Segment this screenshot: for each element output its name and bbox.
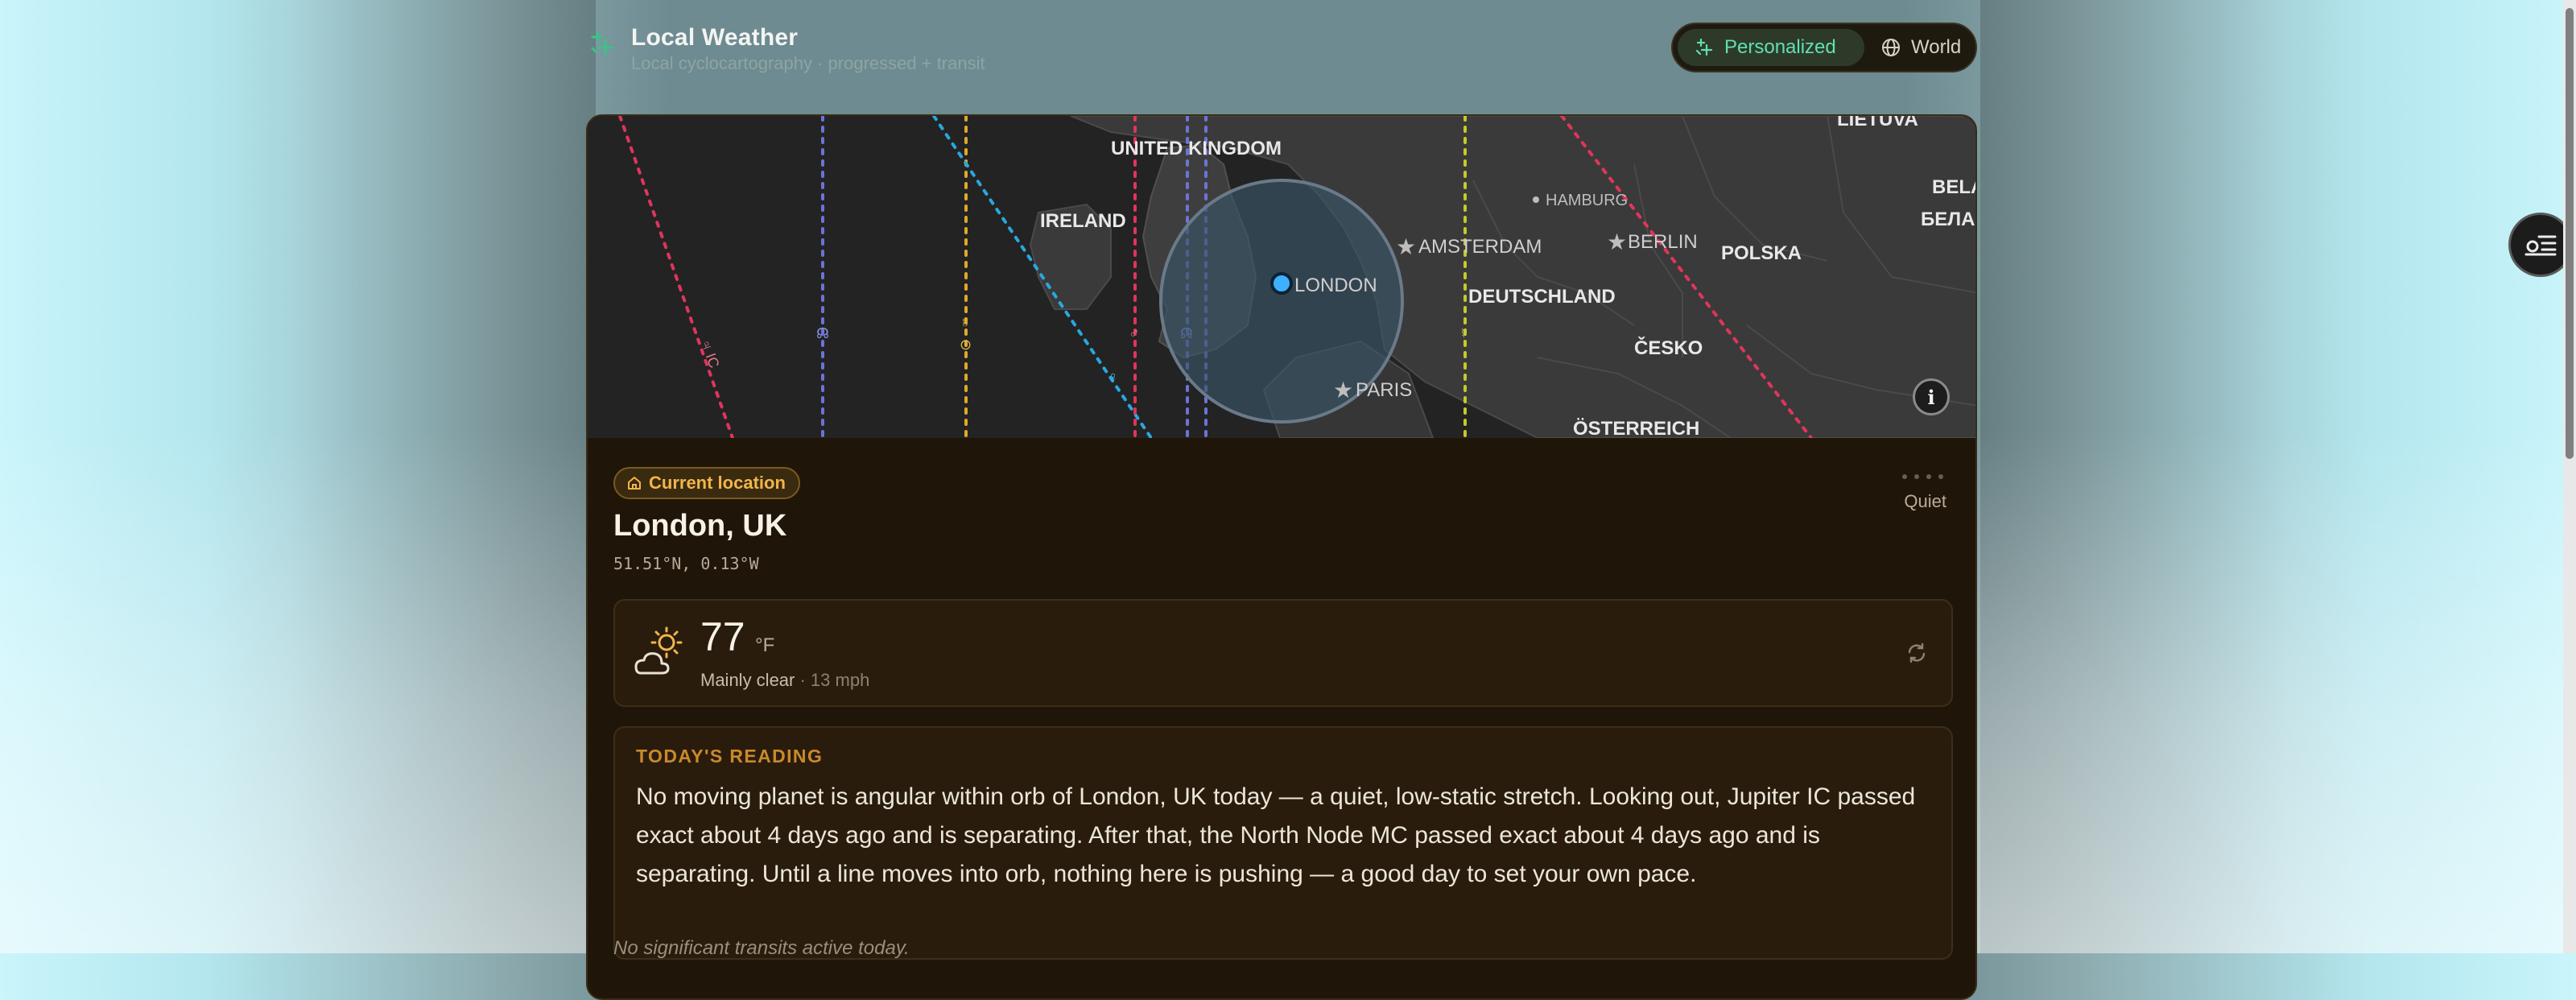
map-view[interactable]: ♃ IC ☊ ♄ ⊙ ♂ ☊ ☿ ♀ UNITED KINGDOM IRELAN… (588, 116, 1977, 440)
svg-text:⊙: ⊙ (960, 337, 972, 353)
svg-text:★: ★ (1396, 234, 1416, 259)
toggle-settings-icon (2524, 235, 2557, 256)
map-info-button[interactable]: i (1913, 378, 1950, 415)
map-label-london: LONDON (1294, 275, 1377, 296)
reading-title: TODAY'S READING (636, 746, 824, 767)
temperature-unit: °F (755, 634, 775, 656)
no-transits-note: No significant transits active today. (613, 937, 910, 959)
map-label-amsterdam: AMSTERDAM (1418, 236, 1542, 258)
activity-status: Quiet (1904, 491, 1946, 511)
svg-text:♂: ♂ (1129, 325, 1140, 341)
temperature-value: 77 (700, 614, 745, 659)
partly-sunny-icon (634, 626, 683, 675)
city-name: London, UK (613, 509, 787, 543)
map-label-ireland: IRELAND (1040, 210, 1126, 232)
app-header: Local Weather Local cyclocartography · p… (586, 19, 1977, 76)
refresh-icon[interactable] (1905, 641, 1929, 665)
svg-text:★: ★ (1607, 229, 1627, 254)
sparkles-icon (1695, 38, 1713, 56)
weather-condition: Mainly clear · 13 mph (700, 670, 869, 691)
weather-panel: 77 °F Mainly clear · 13 mph (613, 599, 1953, 707)
map-label-osterreich: ÖSTERREICH (1573, 418, 1699, 438)
mode-personalized-button[interactable]: Personalized (1678, 29, 1864, 66)
reading-text: No moving planet is angular within orb o… (636, 783, 1916, 887)
wind-speed: · 13 mph (795, 670, 870, 690)
city-coordinates: 51.51°N, 0.13°W (613, 554, 759, 573)
globe-icon (1882, 39, 1900, 56)
activity-dots (1895, 469, 1943, 479)
map-canvas: ♃ IC ☊ ♄ ⊙ ♂ ☊ ☿ ♀ UNITED KINGDOM IRELAN… (588, 116, 1977, 440)
mode-world-button[interactable]: World (1869, 29, 1971, 66)
mode-toggle: Personalized World (1671, 23, 1977, 72)
scrollbar-thumb[interactable] (2566, 8, 2574, 459)
svg-text:♄: ♄ (960, 314, 971, 330)
condition-text: Mainly clear (700, 670, 795, 690)
svg-text:★: ★ (1333, 378, 1353, 403)
map-label-berlin: BERLIN (1628, 231, 1698, 253)
background-shadow-right (1980, 0, 2286, 953)
map-label-bela-cyrillic: БЕЛА (1921, 209, 1975, 230)
app-title: Local Weather (631, 24, 799, 51)
mode-world-label: World (1911, 36, 1962, 58)
page-scrollbar[interactable] (2563, 0, 2576, 953)
map-label-deutschland: DEUTSCHLAND (1468, 286, 1616, 308)
svg-text:☿: ☿ (1459, 325, 1470, 341)
map-label-cesko: ČESKO (1634, 337, 1703, 359)
svg-text:♀: ♀ (1108, 369, 1119, 385)
current-location-badge: Current location (613, 467, 800, 499)
svg-text:☊: ☊ (816, 325, 829, 341)
sparkles-logo-icon (591, 31, 614, 56)
todays-reading-panel: TODAY'S READING No moving planet is angu… (613, 726, 1953, 960)
home-icon (628, 477, 641, 490)
map-label-lietuva: LIETUVA (1837, 116, 1918, 130)
map-label-polska: POLSKA (1721, 242, 1802, 264)
location-card: ♃ IC ☊ ♄ ⊙ ♂ ☊ ☿ ♀ UNITED KINGDOM IRELAN… (586, 114, 1977, 1000)
mode-personalized-label: Personalized (1724, 36, 1836, 58)
map-label-uk: UNITED KINGDOM (1111, 138, 1282, 159)
badge-label: Current location (649, 473, 786, 493)
location-pin (1270, 272, 1293, 295)
map-label-hamburg: HAMBURG (1546, 192, 1628, 209)
app-subtitle: Local cyclocartography · progressed + tr… (631, 53, 985, 73)
map-label-bela: BELA (1932, 176, 1977, 198)
map-label-paris: PARIS (1356, 379, 1412, 401)
background-shadow-left (290, 0, 596, 953)
